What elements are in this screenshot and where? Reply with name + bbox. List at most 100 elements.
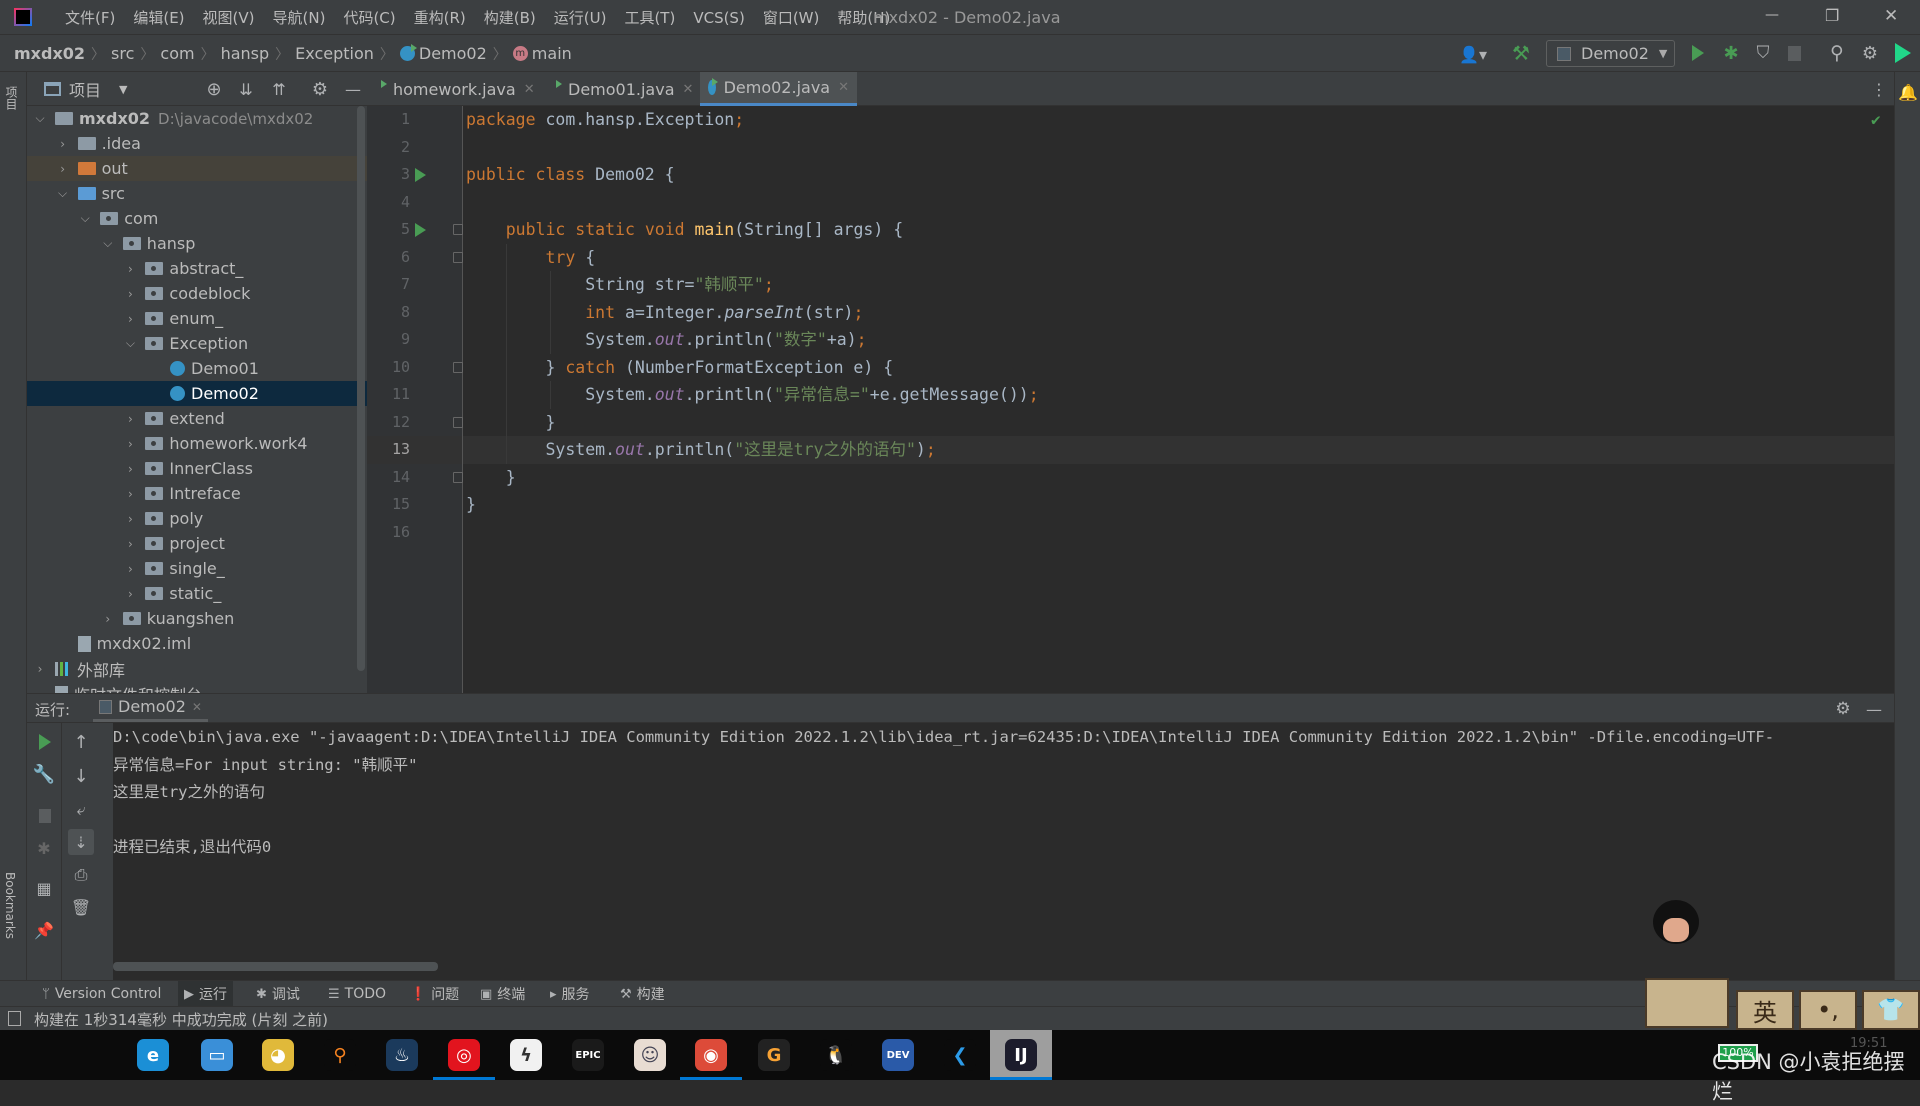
code-editor[interactable]: ✔ package com.hansp.Exception; public cla… xyxy=(463,106,1894,693)
menu-item[interactable]: 重构(R) xyxy=(405,7,475,28)
taskbar-anime-app[interactable]: ☺ xyxy=(619,1030,681,1080)
rerun-icon[interactable] xyxy=(39,734,51,750)
print-icon[interactable]: ⎙ xyxy=(70,864,92,886)
chevron-right-icon[interactable]: › xyxy=(123,512,137,526)
chevron-right-icon[interactable]: › xyxy=(123,437,137,451)
gear-icon[interactable]: ⚙ xyxy=(1859,41,1881,65)
coverage-icon[interactable]: ⛉ xyxy=(1752,41,1774,65)
trash-icon[interactable]: 🗑 xyxy=(70,896,92,918)
tool-window-button[interactable]: ▸ 服务 xyxy=(544,981,596,1007)
tree-item[interactable]: › InnerClass xyxy=(27,456,367,481)
tree-item[interactable]: › project xyxy=(27,531,367,556)
toolbox-icon[interactable] xyxy=(1895,43,1911,63)
chevron-right-icon[interactable]: › xyxy=(123,262,137,276)
layout-icon[interactable]: ▦ xyxy=(33,877,55,899)
chevron-right-icon[interactable]: › xyxy=(33,662,47,676)
run-config-dropdown[interactable]: Demo02 ▼ xyxy=(1546,40,1675,67)
tree-item[interactable]: ⌵ Exception xyxy=(27,331,367,356)
chevron-right-icon[interactable]: › xyxy=(101,612,115,626)
taskbar-intellij[interactable]: IJ xyxy=(990,1030,1052,1080)
chevron-right-icon[interactable]: › xyxy=(56,137,70,151)
collapse-all-icon[interactable]: ⇈ xyxy=(268,78,290,100)
soft-wrap-icon[interactable]: ⤶ xyxy=(70,799,92,821)
ime-skin-key[interactable]: 👕 xyxy=(1862,990,1920,1030)
tree-item[interactable]: › abstract_ xyxy=(27,256,367,281)
tree-item[interactable]: › .idea xyxy=(27,131,367,156)
chevron-right-icon[interactable]: › xyxy=(123,587,137,601)
run-tab-demo02[interactable]: Demo02 ✕ xyxy=(93,694,208,722)
tree-item[interactable]: › codeblock xyxy=(27,281,367,306)
chevron-right-icon[interactable]: › xyxy=(123,287,137,301)
minimize-button[interactable]: — xyxy=(1765,7,1779,23)
tree-item[interactable]: › homework.work4 xyxy=(27,431,367,456)
arrow-up-icon[interactable]: ↑ xyxy=(70,731,92,753)
chevron-down-icon[interactable]: ⌵ xyxy=(78,211,92,226)
editor-tab[interactable]: Demo01.java ✕ xyxy=(552,72,698,106)
chevron-down-icon[interactable]: ⌵ xyxy=(56,186,70,201)
fold-icon[interactable] xyxy=(453,361,463,373)
search-icon[interactable]: ⚲ xyxy=(1826,41,1848,65)
menu-item[interactable]: 构建(B) xyxy=(475,7,545,28)
chevron-down-icon[interactable]: ⌵ xyxy=(123,336,137,351)
tool-window-button[interactable]: ▶ 运行 xyxy=(178,981,233,1007)
arrow-down-icon[interactable]: ↓ xyxy=(70,765,92,787)
tree-item[interactable]: › enum_ xyxy=(27,306,367,331)
chevron-right-icon[interactable]: › xyxy=(123,537,137,551)
taskbar-qq[interactable]: 🐧 xyxy=(805,1030,867,1080)
breadcrumb-class[interactable]: Demo02 xyxy=(419,44,487,63)
breadcrumb-src[interactable]: src xyxy=(111,44,134,63)
breadcrumb-method[interactable]: main xyxy=(532,44,572,63)
bookmarks-tool-tab[interactable]: Bookmarks xyxy=(3,872,17,939)
close-tab-icon[interactable]: ✕ xyxy=(838,80,849,95)
tool-window-button[interactable]: ❗ 问题 xyxy=(404,981,465,1007)
taskbar-epic-games[interactable]: EPIC xyxy=(557,1030,619,1080)
project-tool-tab[interactable]: 项目 xyxy=(3,86,20,110)
taskbar-g-app[interactable]: G xyxy=(743,1030,805,1080)
taskbar-vscode[interactable]: ❮ xyxy=(929,1030,991,1080)
console-horizontal-scrollbar[interactable] xyxy=(113,962,438,971)
close-tab-icon[interactable]: ✕ xyxy=(683,82,694,97)
hide-icon[interactable]: — xyxy=(342,78,364,100)
editor-tab[interactable]: Demo02.java ✕ xyxy=(700,72,857,106)
menu-item[interactable]: 编辑(E) xyxy=(124,7,193,28)
editor-tab[interactable]: homework.java ✕ xyxy=(377,72,537,106)
stop-icon[interactable] xyxy=(1788,46,1801,61)
tree-item[interactable]: Demo02 xyxy=(27,381,367,406)
close-tab-icon[interactable]: ✕ xyxy=(524,82,535,97)
tool-window-button[interactable]: ᛘ Version Control xyxy=(36,981,167,1007)
close-tab-icon[interactable]: ✕ xyxy=(192,700,202,714)
chevron-right-icon[interactable]: › xyxy=(56,162,70,176)
chevron-right-icon[interactable]: › xyxy=(123,312,137,326)
more-options-icon[interactable]: ⋮ xyxy=(1869,78,1889,100)
tool-window-button[interactable]: ✱ 调试 xyxy=(250,981,306,1007)
debug-disabled-icon[interactable]: ✱ xyxy=(33,837,55,859)
taskbar-steam[interactable]: ♨ xyxy=(371,1030,433,1080)
build-hammer-icon[interactable]: ⚒ xyxy=(1510,41,1532,65)
tool-window-button[interactable]: ⚒ 构建 xyxy=(614,981,671,1007)
tree-item[interactable]: › extend xyxy=(27,406,367,431)
wrench-icon[interactable]: 🔧 xyxy=(33,763,55,785)
console-output[interactable]: D:\code\bin\java.exe "-javaagent:D:\IDEA… xyxy=(113,723,1894,980)
taskbar-search-app[interactable]: ⚲ xyxy=(309,1030,371,1080)
run-gutter-icon[interactable] xyxy=(415,168,426,182)
menu-item[interactable]: 导航(N) xyxy=(264,7,335,28)
tree-item[interactable]: 临时文件和控制台 xyxy=(27,681,367,693)
tree-item[interactable]: › poly xyxy=(27,506,367,531)
project-view-dropdown[interactable]: 项目 ▼ xyxy=(44,72,127,106)
taskbar-lightning-app[interactable]: ϟ xyxy=(495,1030,557,1080)
menu-item[interactable]: 代码(C) xyxy=(334,7,404,28)
tree-item[interactable]: › 外部库 xyxy=(27,656,367,681)
scroll-to-end-icon[interactable]: ⇣ xyxy=(68,829,94,855)
expand-all-icon[interactable]: ⇊ xyxy=(235,78,257,100)
run-gutter-icon[interactable] xyxy=(415,223,426,237)
chevron-down-icon[interactable]: ⌵ xyxy=(101,236,115,251)
status-message[interactable]: 构建在 1秒314毫秒 中成功完成 (片刻 之前) xyxy=(34,1009,328,1030)
tree-item[interactable]: ⌵ src xyxy=(27,181,367,206)
breadcrumb-project[interactable]: mxdx02 xyxy=(14,44,85,63)
chevron-right-icon[interactable]: › xyxy=(123,562,137,576)
debug-icon[interactable]: ✱ xyxy=(1720,41,1742,65)
chevron-down-icon[interactable]: ⌵ xyxy=(33,111,47,126)
taskbar-dev-cpp[interactable]: DEV xyxy=(867,1030,929,1080)
fold-icon[interactable] xyxy=(453,471,463,483)
notifications-bell-icon[interactable]: 🔔 xyxy=(1898,82,1918,102)
